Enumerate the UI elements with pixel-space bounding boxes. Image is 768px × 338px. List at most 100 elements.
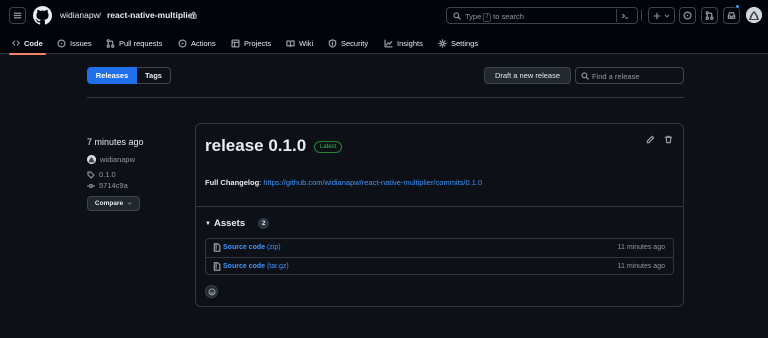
- author-name: widianapw: [100, 155, 136, 164]
- terminal-icon: [621, 13, 628, 19]
- caret-down-icon: ▼: [205, 220, 211, 227]
- release-title[interactable]: release 0.1.0: [205, 136, 306, 156]
- menu-button[interactable]: [9, 7, 26, 24]
- draft-new-release-button[interactable]: Draft a new release: [484, 67, 571, 84]
- lock-icon: [190, 11, 197, 19]
- avatar-image: [87, 155, 96, 164]
- tag-name: 0.1.0: [99, 170, 116, 179]
- search-hint-suffix: to search: [493, 11, 524, 21]
- search-icon: [581, 72, 589, 80]
- assets-label: Assets: [213, 218, 246, 229]
- tab-pull-requests-label: Pull requests: [119, 38, 163, 48]
- tab-issues-label: Issues: [70, 38, 92, 48]
- compare-label: Compare: [94, 200, 124, 207]
- create-new-button[interactable]: [648, 7, 675, 24]
- commit-sha: 5714c9a: [99, 181, 128, 190]
- release-card: release 0.1.0 Latest Full Changelog: htt…: [195, 123, 684, 307]
- asset-row[interactable]: Source code (tar.gz) 11 minutes ago: [206, 257, 673, 275]
- issues-button[interactable]: [679, 7, 696, 24]
- command-palette-button[interactable]: [616, 9, 632, 22]
- pencil-icon[interactable]: [646, 135, 655, 144]
- global-search-input[interactable]: Type / to search: [446, 7, 638, 24]
- issue-icon: [57, 38, 66, 48]
- tab-actions[interactable]: Actions: [178, 32, 216, 54]
- tag-icon: [87, 170, 95, 179]
- file-zip-icon: [213, 262, 221, 271]
- tab-security[interactable]: Security: [328, 32, 368, 54]
- trash-icon[interactable]: [664, 135, 673, 144]
- assets-count-badge: 2: [258, 218, 270, 229]
- tab-pull-requests[interactable]: Pull requests: [106, 32, 162, 54]
- compare-button[interactable]: Compare: [87, 196, 140, 211]
- changelog-link[interactable]: https://github.com/widianapw/react-nativ…: [263, 178, 482, 187]
- asset-link[interactable]: Source code (zip): [223, 244, 281, 251]
- notifications-button[interactable]: [723, 7, 740, 24]
- file-zip-icon: [213, 243, 221, 252]
- tab-insights-label: Insights: [397, 38, 423, 48]
- shield-icon: [328, 38, 337, 48]
- asset-time: 11 minutes ago: [617, 243, 665, 251]
- add-reaction-button[interactable]: [205, 285, 218, 298]
- global-header: widianapw / react-native-multiplier Type…: [0, 0, 768, 55]
- release-tag-link[interactable]: 0.1.0: [87, 170, 116, 179]
- asset-link[interactable]: Source code (tar.gz): [223, 263, 289, 270]
- author-avatar: [87, 155, 96, 164]
- assets-list: Source code (zip) 11 minutes ago Source …: [205, 238, 674, 275]
- table-icon: [231, 38, 240, 48]
- chevron-down-icon: [664, 14, 670, 17]
- tab-security-label: Security: [341, 38, 369, 48]
- chevron-down-icon: [127, 202, 132, 205]
- release-notes: Full Changelog: https://github.com/widia…: [205, 178, 482, 187]
- search-shortcut-key: /: [483, 12, 492, 22]
- tab-actions-label: Actions: [191, 38, 216, 48]
- inbox-icon: [727, 12, 736, 19]
- tab-code-label: Code: [24, 38, 43, 48]
- asset-time: 11 minutes ago: [617, 262, 665, 270]
- tab-wiki-label: Wiki: [299, 38, 314, 48]
- card-divider: [196, 206, 683, 207]
- asset-name: Source code: [223, 262, 266, 270]
- tab-code[interactable]: Code: [9, 32, 46, 55]
- tags-tab-button[interactable]: Tags: [137, 67, 171, 84]
- tab-projects[interactable]: Projects: [231, 32, 271, 54]
- section-divider: [87, 97, 684, 98]
- gear-icon: [438, 38, 447, 48]
- changelog-separator: :: [259, 178, 262, 187]
- repo-tab-bar: Code Issues Pull requests Actions Projec…: [0, 32, 768, 55]
- asset-name: Source code: [223, 243, 266, 251]
- asset-row[interactable]: Source code (zip) 11 minutes ago: [206, 239, 673, 257]
- release-commit-link[interactable]: 5714c9a: [87, 181, 128, 190]
- smiley-icon: [207, 287, 216, 296]
- notification-indicator: [735, 4, 740, 9]
- pull-requests-button[interactable]: [701, 7, 718, 24]
- tab-settings[interactable]: Settings: [438, 32, 478, 54]
- issue-opened-icon: [683, 11, 692, 20]
- graph-icon: [384, 38, 393, 48]
- commit-icon: [87, 183, 95, 188]
- pull-request-icon: [106, 38, 115, 48]
- play-icon: [178, 38, 187, 48]
- search-hint-prefix: Type: [465, 11, 482, 21]
- breadcrumb-repo-link[interactable]: react-native-multiplier: [107, 10, 196, 20]
- asset-format: (zip): [266, 243, 281, 251]
- latest-badge: Latest: [314, 141, 343, 153]
- assets-toggle[interactable]: ▼ Assets 2: [205, 218, 270, 229]
- user-avatar[interactable]: [746, 7, 762, 23]
- pull-request-icon: [705, 11, 714, 20]
- code-icon: [12, 40, 20, 46]
- find-release-field[interactable]: [575, 67, 684, 84]
- tab-issues[interactable]: Issues: [57, 32, 92, 54]
- release-author[interactable]: widianapw: [87, 155, 135, 164]
- tab-wiki[interactable]: Wiki: [286, 32, 313, 54]
- plus-icon: [653, 12, 661, 19]
- breadcrumb-separator: /: [99, 10, 102, 20]
- book-icon: [286, 39, 295, 47]
- header-divider: [641, 10, 642, 21]
- releases-tab-button[interactable]: Releases: [87, 67, 137, 84]
- changelog-label: Full Changelog: [205, 178, 260, 187]
- find-release-input[interactable]: [592, 70, 682, 82]
- github-logo-icon[interactable]: [33, 6, 52, 25]
- tab-insights[interactable]: Insights: [384, 32, 423, 54]
- release-time-ago: 7 minutes ago: [87, 137, 144, 147]
- breadcrumb-owner-link[interactable]: widianapw: [60, 10, 100, 20]
